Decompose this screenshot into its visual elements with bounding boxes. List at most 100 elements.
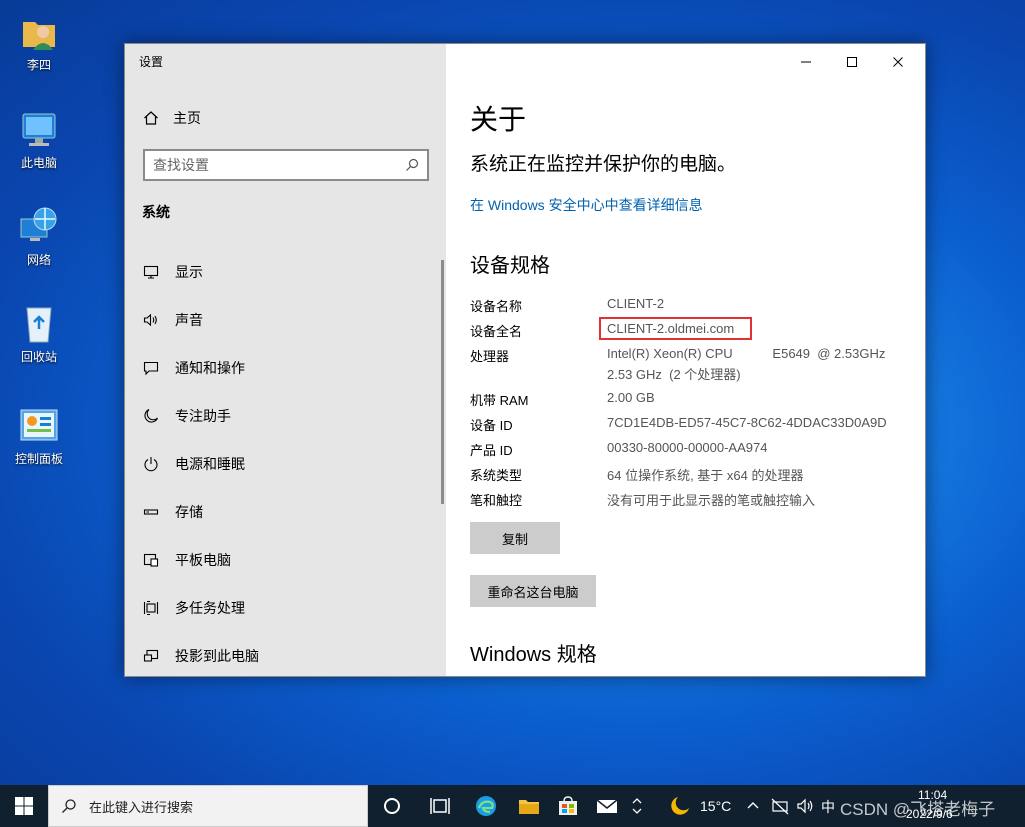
edge-browser-icon[interactable] xyxy=(474,794,498,818)
store-icon[interactable] xyxy=(556,794,580,818)
taskbar-search-input[interactable]: 在此键入进行搜索 xyxy=(48,785,368,827)
section-header: 系统 xyxy=(142,204,170,220)
settings-window: 设置 主页 查找设置 系统 显示 声音 通知和操作 专注助手 电源和睡眠 存储 … xyxy=(124,43,926,677)
spec-value: Intel(R) Xeon(R) CPU E5649 @ 2.53GHz xyxy=(607,346,886,361)
spec-value: CLIENT-2 xyxy=(607,296,665,311)
weather-temperature[interactable]: 15°C xyxy=(700,798,731,814)
nav-item-focus-assist[interactable]: 专注助手 xyxy=(125,392,446,440)
home-icon xyxy=(144,111,158,125)
maximize-icon xyxy=(847,57,857,67)
close-icon xyxy=(893,57,903,67)
nav-item-label: 电源和睡眠 xyxy=(175,456,245,472)
spec-label: 产品 ID xyxy=(470,443,513,458)
settings-search-input[interactable]: 查找设置 xyxy=(143,149,429,181)
desktop-icon-network[interactable]: 网络 xyxy=(10,205,68,268)
nav-item-tablet[interactable]: 平板电脑 xyxy=(125,536,446,584)
spec-label: 设备全名 xyxy=(470,324,523,339)
spec-label: 设备 ID xyxy=(470,418,513,433)
spec-value: 64 位操作系统, 基于 x64 的处理器 xyxy=(607,468,804,483)
computer-icon xyxy=(22,113,56,146)
network-globe-icon xyxy=(20,207,57,241)
tablet-icon xyxy=(143,553,159,567)
nav-item-multitasking[interactable]: 多任务处理 xyxy=(125,584,446,632)
spec-label: 处理器 xyxy=(470,349,510,364)
nav-item-label: 平板电脑 xyxy=(175,552,231,568)
volume-icon[interactable] xyxy=(796,794,816,818)
speaker-icon xyxy=(143,313,157,327)
minimize-icon xyxy=(801,61,811,63)
network-disconnected-icon[interactable] xyxy=(770,794,790,818)
project-icon xyxy=(143,649,159,662)
notification-icon xyxy=(143,361,159,376)
minimize-button[interactable] xyxy=(783,52,829,72)
spec-label: 笔和触控 xyxy=(470,493,523,508)
desktop-icon-user[interactable]: 李四 xyxy=(10,10,68,73)
user-folder-icon xyxy=(23,22,55,50)
close-button[interactable] xyxy=(875,52,921,72)
page-title: 关于 xyxy=(470,104,527,135)
nav-item-storage[interactable]: 存储 xyxy=(125,488,446,536)
mail-icon[interactable] xyxy=(595,794,619,818)
settings-nav: 显示 声音 通知和操作 专注助手 电源和睡眠 存储 平板电脑 多任务处理 投影到… xyxy=(125,248,446,676)
nav-item-notifications[interactable]: 通知和操作 xyxy=(125,344,446,392)
home-label: 主页 xyxy=(173,110,201,126)
highlight-box xyxy=(599,317,752,340)
file-explorer-icon[interactable] xyxy=(517,794,541,818)
nav-item-label: 显示 xyxy=(175,264,203,280)
rename-pc-button[interactable]: 重命名这台电脑 xyxy=(470,575,596,607)
nav-item-label: 多任务处理 xyxy=(175,600,245,616)
spec-value: 00330-80000-00000-AA974 xyxy=(607,440,768,455)
nav-item-label: 专注助手 xyxy=(175,408,231,424)
nav-item-project[interactable]: 投影到此电脑 xyxy=(125,632,446,676)
spec-label: 设备名称 xyxy=(470,299,523,314)
windows-specs-heading: Windows 规格 xyxy=(470,644,597,666)
nav-item-display[interactable]: 显示 xyxy=(125,248,446,296)
window-title: 设置 xyxy=(139,55,164,69)
weather-moon-icon xyxy=(671,797,689,815)
desktop-icon-label: 网络 xyxy=(26,253,51,267)
desktop-icon-control-panel[interactable]: 控制面板 xyxy=(10,404,68,467)
taskbar: 在此键入进行搜索 15°C 中 CSDN @飞塔老梅子 11:04 2022/9… xyxy=(0,785,1025,827)
nav-item-label: 通知和操作 xyxy=(175,360,245,376)
search-icon xyxy=(62,799,76,813)
task-view-button[interactable] xyxy=(428,794,452,818)
multitask-icon xyxy=(143,600,159,616)
sidebar-scrollbar[interactable] xyxy=(441,260,444,504)
search-placeholder: 查找设置 xyxy=(153,157,209,173)
security-center-link[interactable]: 在 Windows 安全中心中查看详细信息 xyxy=(470,195,703,215)
desktop-icon-recycle-bin[interactable]: 回收站 xyxy=(10,302,68,365)
recycle-bin-icon xyxy=(26,307,52,343)
copy-button[interactable]: 复制 xyxy=(470,522,560,554)
spec-value-secondary: 2.53 GHz (2 个处理器) xyxy=(607,367,741,382)
about-content: 关于 系统正在监控并保护你的电脑。 在 Windows 安全中心中查看详细信息 … xyxy=(446,44,925,676)
taskbar-search-placeholder: 在此键入进行搜索 xyxy=(89,799,194,815)
clock-time[interactable]: 11:04 xyxy=(918,788,947,802)
maximize-button[interactable] xyxy=(829,52,875,72)
desktop-icon-label: 李四 xyxy=(26,58,51,72)
spec-value: 没有可用于此显示器的笔或触控输入 xyxy=(607,493,816,508)
moon-icon xyxy=(144,408,159,423)
desktop-icon-this-pc[interactable]: 此电脑 xyxy=(10,108,68,171)
clock-date[interactable]: 2022/9/6 xyxy=(906,807,953,821)
nav-item-label: 声音 xyxy=(175,312,203,328)
power-icon xyxy=(144,457,158,472)
spec-label: 系统类型 xyxy=(470,468,523,483)
nav-item-sound[interactable]: 声音 xyxy=(125,296,446,344)
start-button[interactable] xyxy=(12,794,36,818)
nav-item-label: 投影到此电脑 xyxy=(175,648,259,664)
spec-label: 机带 RAM xyxy=(470,393,529,408)
monitor-icon xyxy=(143,265,159,279)
desktop-icon-label: 此电脑 xyxy=(20,156,57,170)
cortana-button[interactable] xyxy=(380,794,404,818)
spec-value: 7CD1E4DB-ED57-45C7-8C62-4DDAC33D0A9D xyxy=(607,415,887,430)
ime-indicator[interactable]: 中 xyxy=(821,797,835,817)
search-icon xyxy=(406,158,419,171)
chevron-up-down-icon[interactable] xyxy=(630,794,644,818)
nav-home[interactable]: 主页 xyxy=(143,108,201,128)
settings-sidebar: 设置 主页 查找设置 系统 显示 声音 通知和操作 专注助手 电源和睡眠 存储 … xyxy=(125,44,446,676)
nav-item-power[interactable]: 电源和睡眠 xyxy=(125,440,446,488)
spec-value: 2.00 GB xyxy=(607,390,655,405)
chevron-up-icon[interactable] xyxy=(745,794,761,818)
nav-item-label: 存储 xyxy=(175,504,203,520)
desktop-icon-label: 回收站 xyxy=(20,350,57,364)
